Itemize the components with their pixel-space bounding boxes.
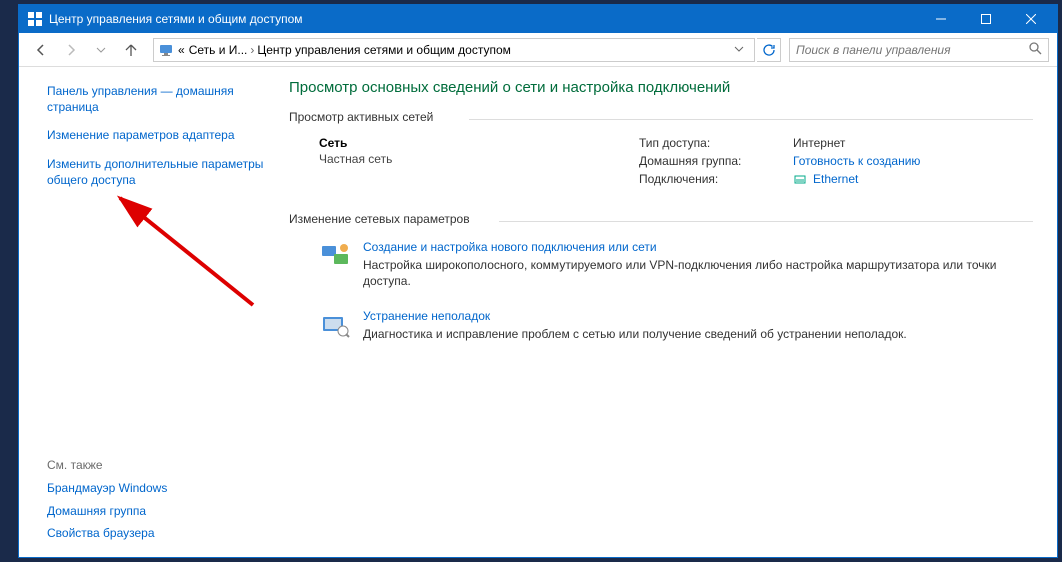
maximize-button[interactable] bbox=[963, 5, 1008, 33]
access-type-value: Интернет bbox=[793, 136, 920, 150]
breadcrumb-item-2[interactable]: Центр управления сетями и общим доступом bbox=[257, 43, 511, 57]
homegroup-link[interactable]: Готовность к созданию bbox=[793, 154, 920, 168]
body: Панель управления — домашняя страница Из… bbox=[19, 67, 1057, 557]
network-folder-icon bbox=[158, 42, 174, 58]
connection-name: Ethernet bbox=[813, 172, 858, 186]
search-icon bbox=[1028, 41, 1042, 58]
breadcrumb-dropdown[interactable] bbox=[728, 43, 750, 57]
ethernet-icon bbox=[793, 172, 807, 186]
access-type-label: Тип доступа: bbox=[639, 136, 789, 150]
up-button[interactable] bbox=[117, 36, 145, 64]
active-networks-heading: Просмотр активных сетей bbox=[289, 110, 1033, 124]
search-box[interactable] bbox=[789, 38, 1049, 62]
search-input[interactable] bbox=[796, 43, 1028, 57]
new-connection-icon bbox=[319, 240, 351, 272]
network-info: Сеть Частная сеть bbox=[319, 136, 639, 186]
page-heading: Просмотр основных сведений о сети и наст… bbox=[289, 79, 1033, 96]
settings-section: Изменение сетевых параметров Создание и … bbox=[289, 212, 1033, 357]
action-troubleshoot-title[interactable]: Устранение неполадок bbox=[363, 309, 1033, 323]
chevron-right-icon: › bbox=[250, 43, 254, 57]
breadcrumb[interactable]: « Сеть и И... › Центр управления сетями … bbox=[153, 38, 755, 62]
minimize-button[interactable] bbox=[918, 5, 963, 33]
titlebar: Центр управления сетями и общим доступом bbox=[19, 5, 1057, 33]
sidebar-sharing-link[interactable]: Изменить дополнительные параметры общего… bbox=[47, 156, 265, 188]
sidebar-home-link[interactable]: Панель управления — домашняя страница bbox=[47, 83, 265, 115]
main-content: Просмотр основных сведений о сети и наст… bbox=[279, 67, 1057, 557]
sidebar-adapter-link[interactable]: Изменение параметров адаптера bbox=[47, 127, 265, 143]
action-troubleshoot-desc: Диагностика и исправление проблем с сеть… bbox=[363, 326, 1033, 342]
app-icon bbox=[27, 11, 43, 27]
network-name: Сеть bbox=[319, 136, 639, 150]
change-settings-heading: Изменение сетевых параметров bbox=[289, 212, 1033, 226]
breadcrumb-prefix: « bbox=[178, 43, 185, 57]
forward-button[interactable] bbox=[57, 36, 85, 64]
network-type: Частная сеть bbox=[319, 152, 639, 166]
action-troubleshoot: Устранение неполадок Диагностика и испра… bbox=[289, 303, 1033, 356]
network-row: Сеть Частная сеть Тип доступа: Интернет … bbox=[289, 132, 1033, 204]
action-new-connection-title[interactable]: Создание и настройка нового подключения … bbox=[363, 240, 1033, 254]
breadcrumb-item-1[interactable]: Сеть и И... bbox=[189, 43, 248, 57]
action-new-connection-desc: Настройка широкополосного, коммутируемог… bbox=[363, 257, 1033, 289]
sidebar-firewall-link[interactable]: Брандмауэр Windows bbox=[47, 480, 265, 496]
window-title: Центр управления сетями и общим доступом bbox=[49, 12, 918, 26]
homegroup-label: Домашняя группа: bbox=[639, 154, 789, 168]
action-new-connection: Создание и настройка нового подключения … bbox=[289, 234, 1033, 303]
recent-dropdown[interactable] bbox=[87, 36, 115, 64]
see-also-heading: См. также bbox=[47, 458, 265, 472]
close-button[interactable] bbox=[1008, 5, 1053, 33]
toolbar: « Сеть и И... › Центр управления сетями … bbox=[19, 33, 1057, 67]
network-details: Тип доступа: Интернет Домашняя группа: Г… bbox=[639, 136, 920, 186]
connection-link[interactable]: Ethernet bbox=[793, 172, 920, 186]
refresh-button[interactable] bbox=[757, 38, 781, 62]
sidebar: Панель управления — домашняя страница Из… bbox=[19, 67, 279, 557]
back-button[interactable] bbox=[27, 36, 55, 64]
connections-label: Подключения: bbox=[639, 172, 789, 186]
control-panel-window: Центр управления сетями и общим доступом bbox=[18, 4, 1058, 558]
sidebar-browser-link[interactable]: Свойства браузера bbox=[47, 525, 265, 541]
divider bbox=[499, 221, 1033, 222]
troubleshoot-icon bbox=[319, 309, 351, 341]
divider bbox=[469, 119, 1033, 120]
window-controls bbox=[918, 5, 1053, 33]
sidebar-homegroup-link[interactable]: Домашняя группа bbox=[47, 503, 265, 519]
